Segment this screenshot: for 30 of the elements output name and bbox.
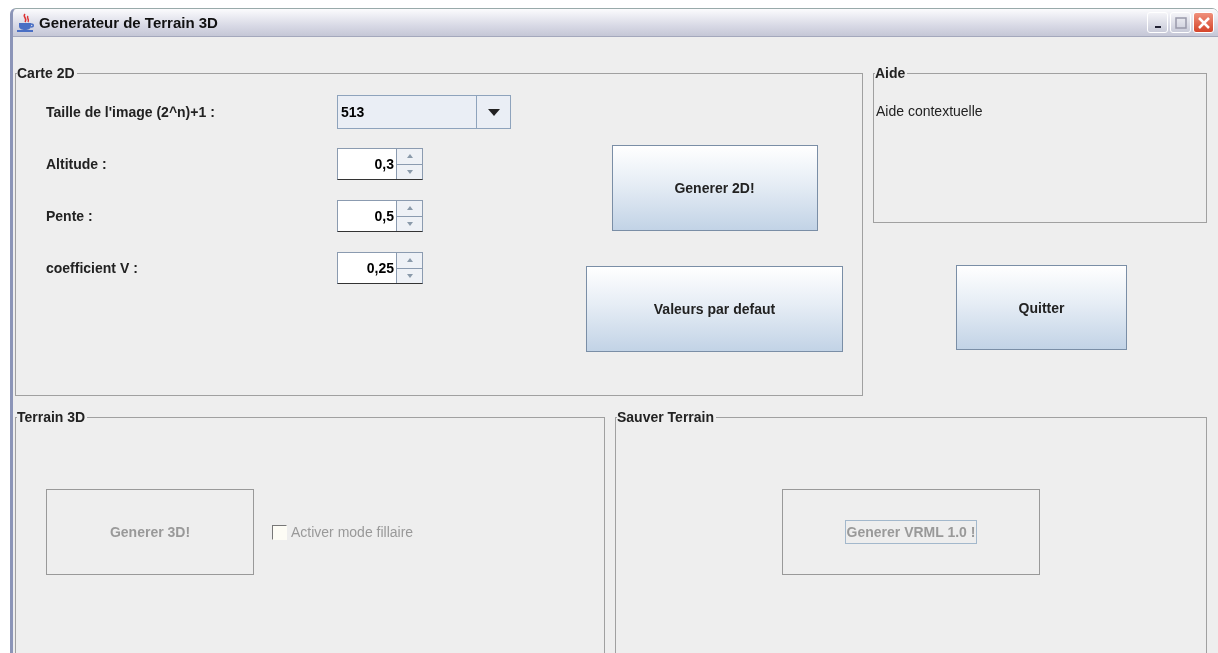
caret-icon xyxy=(487,108,500,116)
spinner-field[interactable]: 0,3 xyxy=(337,148,423,180)
spin-up-button[interactable] xyxy=(397,201,422,216)
down-arrow-icon xyxy=(406,221,413,226)
defaults-button[interactable]: Valeurs par defaut xyxy=(586,266,843,352)
spin-up-button[interactable] xyxy=(397,253,422,268)
maximize-icon xyxy=(1174,16,1187,29)
up-arrow-icon xyxy=(406,154,413,159)
down-arrow-icon xyxy=(406,273,413,278)
spin-up-button[interactable] xyxy=(397,149,422,164)
minimize-icon xyxy=(1154,25,1161,28)
coffee-cup-icon xyxy=(16,12,36,33)
window-title: Generateur de Terrain 3D xyxy=(39,14,219,31)
dropdown[interactable]: 513 xyxy=(337,95,511,129)
field-label: coefficient V : xyxy=(46,260,139,276)
up-arrow-icon xyxy=(406,206,413,211)
spinner-field[interactable]: 0,25 xyxy=(337,252,423,284)
down-arrow-icon xyxy=(406,169,413,174)
checkbox-label: Activer mode fillaire xyxy=(291,524,414,540)
spinner-field[interactable]: 0,5 xyxy=(337,200,423,232)
field-label: Altitude : xyxy=(46,156,108,172)
up-arrow-icon xyxy=(406,258,413,263)
close-icon xyxy=(1196,15,1211,30)
minimize-button[interactable] xyxy=(1147,12,1168,33)
generate-2d-button[interactable]: Generer 2D! xyxy=(611,145,818,231)
field-label: Pente : xyxy=(46,208,94,224)
help-text: Aide contextuelle xyxy=(876,103,983,119)
quit-button[interactable]: Quitter xyxy=(956,265,1127,350)
field-label: Taille de l'image (2^n)+1 : xyxy=(46,104,216,120)
close-button[interactable] xyxy=(1193,12,1214,33)
